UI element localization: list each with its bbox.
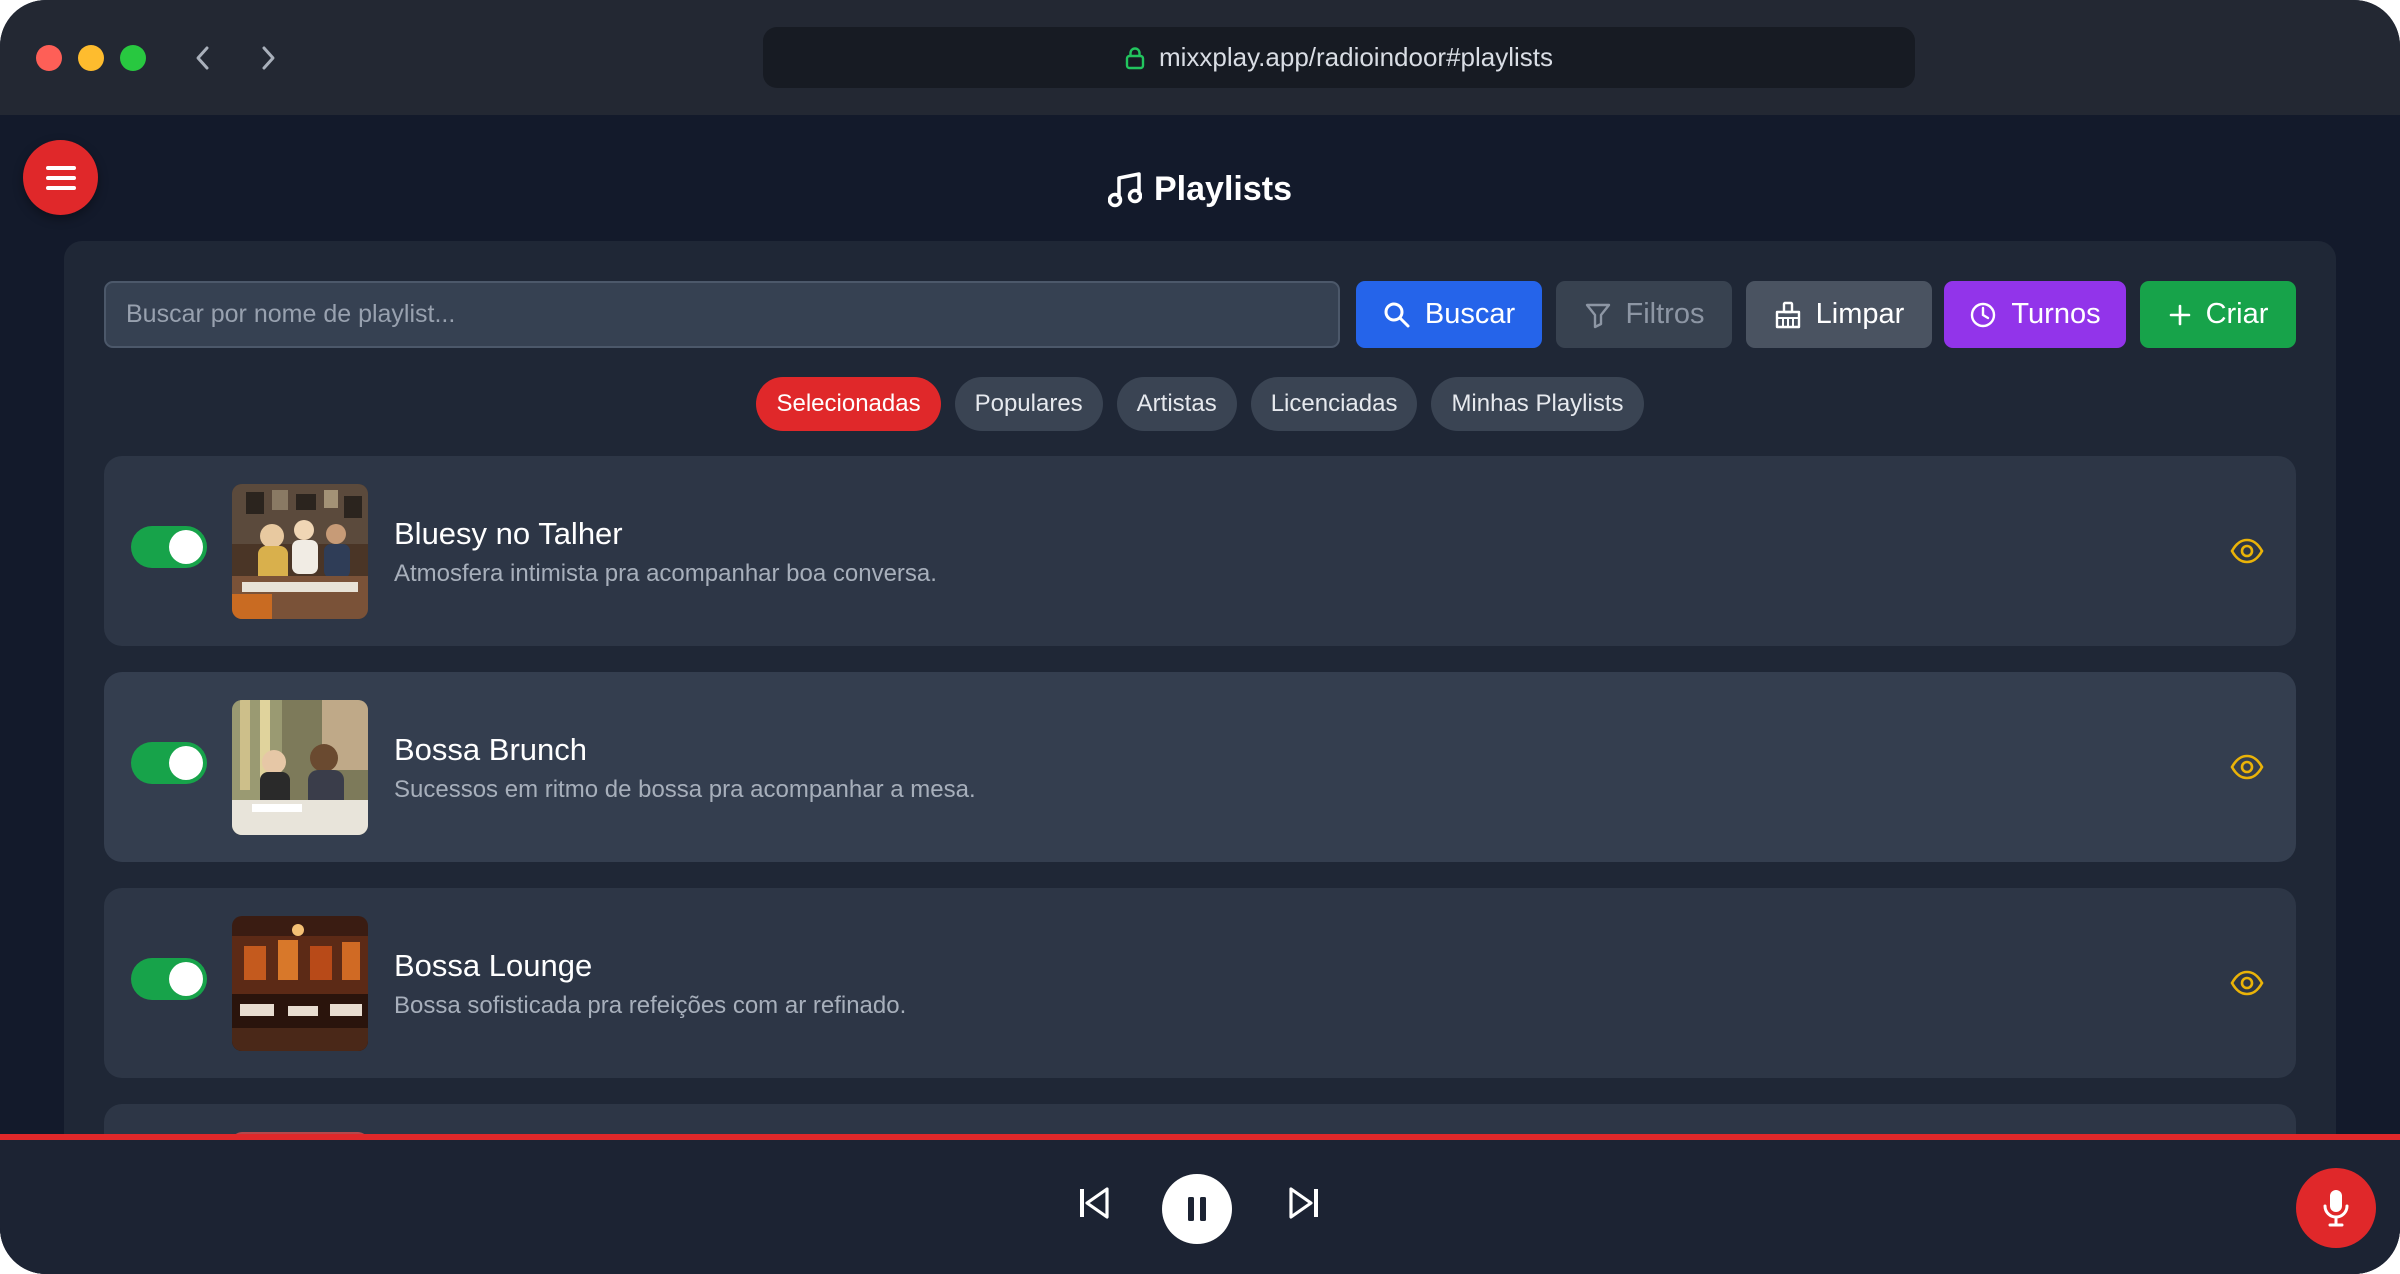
maximize-window-button[interactable]: [120, 45, 146, 71]
close-window-button[interactable]: [36, 45, 62, 71]
eye-icon[interactable]: [2230, 750, 2264, 784]
tab-artistas[interactable]: Artistas: [1116, 377, 1237, 431]
filters-button-label: Filtros: [1625, 298, 1705, 330]
address-bar[interactable]: mixxplay.app/radioindoor#playlists: [763, 27, 1915, 88]
page-content: Playlists Buscar Filtros: [0, 115, 2400, 1274]
search-icon: [1384, 302, 1410, 327]
page-title-text: Playlists: [1154, 170, 1292, 208]
playlist-toggle[interactable]: [131, 526, 207, 568]
pause-icon: [1188, 1197, 1206, 1221]
playlist-row[interactable]: Bossa Brunch Sucessos em ritmo de bossa …: [104, 672, 2296, 862]
shifts-button[interactable]: Turnos: [1944, 281, 2126, 348]
playlist-description: Atmosfera intimista pra acompanhar boa c…: [394, 560, 937, 587]
clear-button[interactable]: Limpar: [1746, 281, 1932, 348]
tab-selecionadas[interactable]: Selecionadas: [756, 377, 941, 431]
category-tabs: Selecionadas Populares Artistas Licencia…: [64, 377, 2336, 431]
playlist-row[interactable]: Bluesy no Talher Atmosfera intimista pra…: [104, 456, 2296, 646]
playlist-description: Bossa sofisticada pra refeições com ar r…: [394, 992, 907, 1019]
forward-icon[interactable]: [250, 40, 286, 76]
create-button[interactable]: Criar: [2140, 281, 2296, 348]
clock-icon: [1971, 302, 1996, 327]
title-bar: mixxplay.app/radioindoor#playlists: [0, 0, 2400, 115]
eye-icon[interactable]: [2230, 534, 2264, 568]
pause-button[interactable]: [1162, 1174, 1232, 1244]
lock-icon: [1125, 46, 1145, 69]
search-button-label: Buscar: [1424, 298, 1516, 330]
tab-licenciadas[interactable]: Licenciadas: [1250, 377, 1418, 431]
playlist-toggle[interactable]: [131, 742, 207, 784]
playlist-thumbnail: [232, 484, 368, 619]
playlist-description: Sucessos em ritmo de bossa pra acompanha…: [394, 776, 976, 803]
search-input[interactable]: [104, 281, 1340, 348]
tab-minhas-playlists[interactable]: Minhas Playlists: [1431, 377, 1644, 431]
create-button-label: Criar: [2205, 298, 2269, 330]
tab-populares[interactable]: Populares: [954, 377, 1103, 431]
music-note-icon: [1108, 171, 1142, 207]
page-title: Playlists: [0, 170, 2400, 209]
playlist-thumbnail: [232, 700, 368, 835]
broom-icon: [1775, 301, 1800, 328]
minimize-window-button[interactable]: [78, 45, 104, 71]
plus-icon: [2169, 304, 2190, 325]
shifts-button-label: Turnos: [2011, 298, 2101, 330]
microphone-icon: [2323, 1190, 2349, 1227]
playlist-thumbnail: [232, 916, 368, 1051]
url-text: mixxplay.app/radioindoor#playlists: [1158, 42, 1554, 72]
filters-button[interactable]: Filtros: [1556, 281, 1732, 348]
browser-window: mixxplay.app/radioindoor#playlists Playl…: [0, 0, 2400, 1274]
skip-forward-icon[interactable]: [1284, 1178, 1324, 1228]
microphone-button[interactable]: [2296, 1168, 2376, 1248]
player-bar: [0, 1134, 2400, 1274]
playlist-title: Bluesy no Talher: [394, 516, 623, 551]
skip-back-icon[interactable]: [1074, 1178, 1114, 1228]
eye-icon[interactable]: [2230, 966, 2264, 1000]
playlist-title: Bossa Lounge: [394, 948, 593, 983]
clear-button-label: Limpar: [1815, 298, 1905, 330]
playlist-toggle[interactable]: [131, 958, 207, 1000]
search-button[interactable]: Buscar: [1356, 281, 1542, 348]
filter-icon: [1585, 303, 1610, 328]
playlist-title: Bossa Brunch: [394, 732, 587, 767]
back-icon[interactable]: [185, 40, 221, 76]
playlist-row[interactable]: Bossa Lounge Bossa sofisticada pra refei…: [104, 888, 2296, 1078]
playlists-panel: Buscar Filtros Limpar: [64, 241, 2336, 1274]
